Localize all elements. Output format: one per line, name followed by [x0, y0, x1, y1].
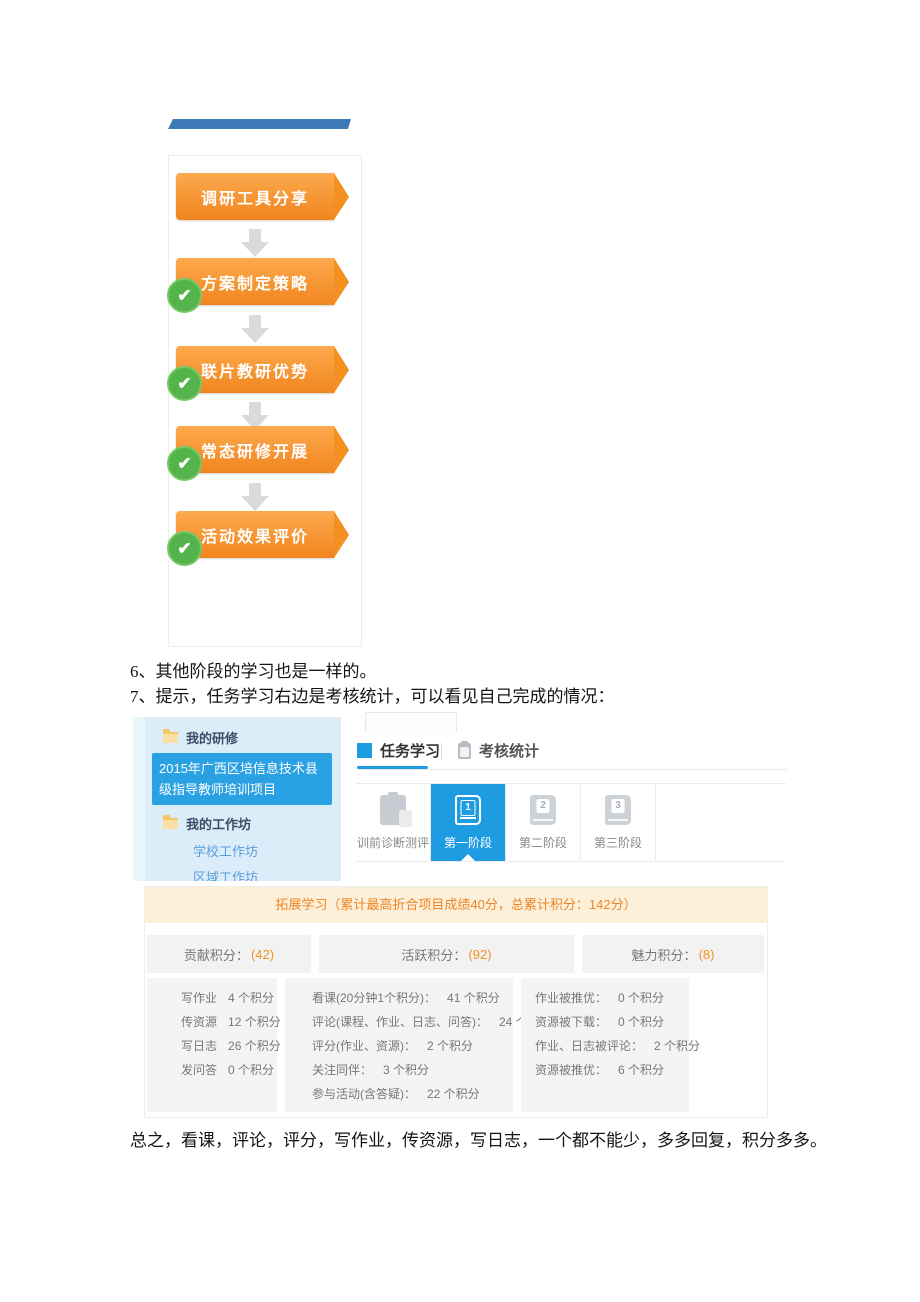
flow-stage-plan-strategy: ✔ 方案制定策略 — [176, 258, 334, 305]
sidebar-group-my-workshop[interactable]: 我的工作坊 — [163, 814, 251, 833]
tab-baseline-divider — [357, 769, 787, 770]
points-header-label: 魅力积分： — [632, 945, 697, 964]
stage-tab-label: 第一阶段 — [444, 834, 492, 851]
arrow-down-icon — [241, 315, 269, 343]
tab-task-learning[interactable]: 任务学习 — [357, 740, 440, 761]
points-row: 写日志26 个积分 — [181, 1034, 277, 1058]
folder-icon — [163, 732, 178, 743]
cropped-ui-fragment — [365, 712, 457, 732]
points-row: 传资源12 个积分 — [181, 1010, 277, 1034]
flow-stage-label: 常态研修开展 — [201, 438, 309, 462]
stage-tab-phase-1[interactable]: 1 第一阶段 — [431, 784, 506, 861]
flow-stage-joint-research: ✔ 联片教研优势 — [176, 346, 334, 393]
points-header-total: (42) — [251, 947, 274, 962]
points-row: 作业被推优：0 个积分 — [535, 986, 689, 1010]
arrow-down-icon — [241, 483, 269, 511]
stage-tab-label: 训前诊断测评 — [357, 834, 429, 851]
tab-label: 考核统计 — [479, 740, 539, 761]
points-header-total: (92) — [468, 947, 491, 962]
points-row: 评分(作业、资源)：2 个积分 — [312, 1034, 513, 1058]
points-table-title: 拓展学习（累计最高折合项目成绩40分，总累计积分：142分） — [145, 887, 767, 923]
sidebar: 我的研修 2015年广西区培信息技术县级指导教师培训项目 我的工作坊 学校工作坊… — [133, 717, 341, 881]
stage-tab-label: 第三阶段 — [594, 834, 642, 851]
tab-separator — [441, 743, 442, 760]
stage-tab-label: 第二阶段 — [519, 834, 567, 851]
book-icon: 2 — [530, 795, 556, 825]
sidebar-item-region-workshop[interactable]: 区域工作坊 — [193, 867, 258, 881]
points-header-contribution: 贡献积分： (42) — [147, 935, 311, 973]
points-row: 关注同伴：3 个积分 — [312, 1058, 513, 1082]
points-row: 参与活动(含答疑)：22 个积分 — [312, 1082, 513, 1106]
flow-stage-normal-training: ✔ 常态研修开展 — [176, 426, 334, 473]
sidebar-group-my-training[interactable]: 我的研修 — [163, 728, 238, 747]
points-header-total: (8) — [699, 947, 715, 962]
points-row: 资源被推优：6 个积分 — [535, 1058, 689, 1082]
points-table-body-row: 写作业4 个积分 传资源12 个积分 写日志26 个积分 发问答0 个积分 看课… — [145, 978, 767, 1112]
tab-assessment-stats[interactable]: 考核统计 — [458, 740, 539, 761]
book-number: 2 — [537, 799, 550, 813]
stage-tabs-row: 训前诊断测评 1 第一阶段 2 第二阶段 3 第三阶段 — [356, 783, 786, 862]
sidebar-group-label: 我的研修 — [186, 728, 238, 747]
doc-text-line-6: 6、其他阶段的学习也是一样的。 — [130, 659, 830, 684]
points-row: 资源被下载：0 个积分 — [535, 1010, 689, 1034]
stage-tab-phase-3[interactable]: 3 第三阶段 — [581, 784, 656, 861]
arrow-down-icon — [241, 229, 269, 257]
points-row: 写作业4 个积分 — [181, 986, 277, 1010]
book-number: 3 — [612, 799, 625, 813]
check-icon: ✔ — [167, 366, 202, 401]
points-table: 拓展学习（累计最高折合项目成绩40分，总累计积分：142分） 贡献积分： (42… — [144, 886, 768, 1118]
stage-tab-phase-2[interactable]: 2 第二阶段 — [506, 784, 581, 861]
sidebar-item-project-selected[interactable]: 2015年广西区培信息技术县级指导教师培训项目 — [152, 753, 332, 805]
points-row: 发问答0 个积分 — [181, 1058, 277, 1082]
points-col-charm: 作业被推优：0 个积分 资源被下载：0 个积分 作业、日志被评论：2 个积分 资… — [521, 978, 689, 1112]
points-table-header-row: 贡献积分： (42) 活跃积分： (92) 魅力积分： (8) — [145, 935, 767, 973]
folder-icon — [163, 818, 178, 829]
flow-stage-label: 方案制定策略 — [201, 270, 309, 294]
check-icon: ✔ — [167, 446, 202, 481]
check-icon: ✔ — [167, 278, 202, 313]
book-icon: 1 — [455, 795, 481, 825]
clipboard-icon — [458, 743, 471, 759]
points-header-label: 活跃积分： — [401, 945, 466, 964]
points-header-charm: 魅力积分： (8) — [582, 935, 764, 973]
sidebar-item-school-workshop[interactable]: 学校工作坊 — [193, 841, 258, 860]
flow-stage-label: 调研工具分享 — [201, 185, 309, 209]
stage-row-filler — [656, 784, 786, 861]
points-header-label: 贡献积分： — [184, 945, 249, 964]
flow-stage-effect-evaluation: ✔ 活动效果评价 — [176, 511, 334, 558]
doc-text-footer: 总之，看课，评论，评分，写作业，传资源，写日志，一个都不能少，多多回复，积分多多… — [130, 1128, 910, 1153]
points-row: 看课(20分钟1个积分)：41 个积分 — [312, 986, 513, 1010]
points-col-activity: 看课(20分钟1个积分)：41 个积分 评论(课程、作业、日志、问答)：24 个… — [285, 978, 513, 1112]
flow-stage-label: 活动效果评价 — [201, 523, 309, 547]
flow-stage-survey-tools: 调研工具分享 — [176, 173, 334, 220]
book-number: 1 — [461, 800, 476, 816]
sidebar-group-label: 我的工作坊 — [186, 814, 251, 833]
flowchart-panel: 调研工具分享 ✔ 方案制定策略 ✔ 联片教研优势 ✔ 常态研修开展 ✔ 活动效果… — [168, 155, 362, 647]
doc-text-line-7: 7、提示，任务学习右边是考核统计，可以看见自己完成的情况： — [130, 684, 830, 709]
points-row: 评论(课程、作业、日志、问答)：24 个积分 — [312, 1010, 513, 1034]
cropped-blue-header-bar — [168, 119, 351, 129]
points-row: 作业、日志被评论：2 个积分 — [535, 1034, 689, 1058]
tab-label: 任务学习 — [380, 740, 440, 761]
points-col-contribution: 写作业4 个积分 传资源12 个积分 写日志26 个积分 发问答0 个积分 — [147, 978, 277, 1112]
stage-tab-pre-test[interactable]: 训前诊断测评 — [356, 784, 431, 861]
blue-square-icon — [357, 743, 372, 758]
book-icon: 3 — [605, 795, 631, 825]
clipboard-icon — [380, 795, 406, 825]
flow-stage-label: 联片教研优势 — [201, 358, 309, 382]
check-icon: ✔ — [167, 531, 202, 566]
points-header-activity: 活跃积分： (92) — [319, 935, 574, 973]
